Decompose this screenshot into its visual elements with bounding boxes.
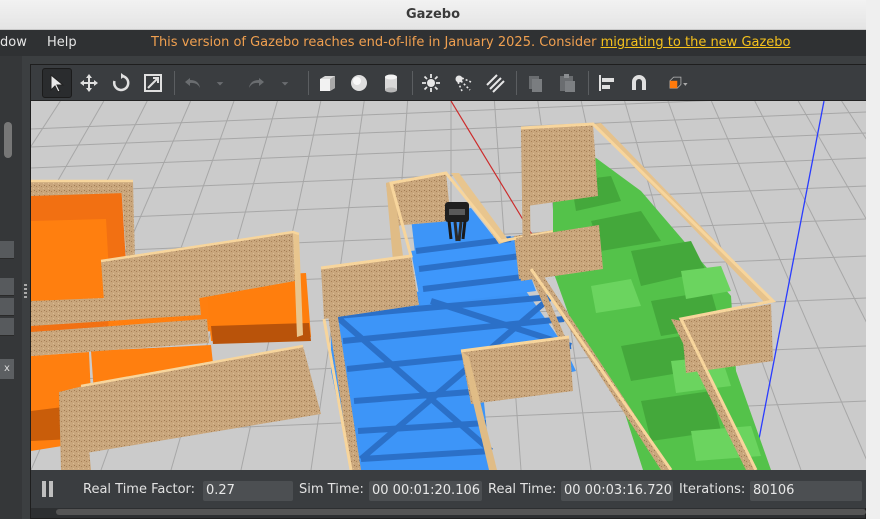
align-icon bbox=[599, 75, 614, 91]
undo-history-button[interactable] bbox=[211, 68, 229, 98]
title-bar: Gazebo bbox=[0, 0, 866, 30]
align-button[interactable] bbox=[592, 68, 622, 98]
spot-light-button[interactable] bbox=[448, 68, 478, 98]
real-time-value: 00 00:03:16.720 bbox=[561, 481, 673, 501]
toolbar-separator bbox=[174, 71, 175, 95]
box-button[interactable] bbox=[312, 68, 342, 98]
real-time-label: Real Time: bbox=[488, 482, 557, 497]
iterations-label: Iterations: bbox=[679, 482, 746, 497]
translate-mode-button[interactable] bbox=[74, 68, 104, 98]
redo-button[interactable] bbox=[241, 68, 271, 98]
cylinder-button[interactable] bbox=[376, 68, 406, 98]
magnet-icon bbox=[632, 75, 646, 90]
toolbar-separator bbox=[516, 71, 517, 95]
spotlight-icon bbox=[455, 75, 472, 92]
scene-render bbox=[31, 101, 866, 470]
arrow-cursor-icon bbox=[50, 73, 65, 93]
directional-light-button[interactable] bbox=[480, 68, 510, 98]
eol-notice: This version of Gazebo reaches end-of-li… bbox=[151, 35, 791, 50]
sphere-icon bbox=[351, 75, 367, 91]
sphere-button[interactable] bbox=[344, 68, 374, 98]
left-panel-scroll-handle[interactable] bbox=[4, 122, 12, 158]
window-edge bbox=[866, 0, 880, 519]
left-panel-row[interactable] bbox=[0, 241, 14, 259]
left-panel: x bbox=[0, 56, 22, 519]
gazebo-window: Gazebo dow Help This version of Gazebo r… bbox=[0, 0, 866, 519]
view-angle-button[interactable] bbox=[660, 68, 696, 98]
sim-time-value: 00 00:01:20.106 bbox=[369, 481, 482, 501]
redo-icon bbox=[249, 78, 264, 88]
collapse-icon[interactable]: x bbox=[0, 359, 14, 379]
sun-icon bbox=[422, 74, 440, 92]
left-panel-row[interactable] bbox=[0, 298, 14, 316]
menu-bar: dow Help This version of Gazebo reaches … bbox=[0, 30, 866, 56]
window-title: Gazebo bbox=[405, 7, 461, 22]
toolbar-separator bbox=[308, 71, 309, 95]
rotate-mode-button[interactable] bbox=[106, 68, 136, 98]
directional-light-icon bbox=[486, 74, 505, 93]
paste-button[interactable] bbox=[552, 68, 582, 98]
undo-button[interactable] bbox=[178, 68, 208, 98]
scale-mode-button[interactable] bbox=[138, 68, 168, 98]
snap-button[interactable] bbox=[624, 68, 654, 98]
pause-icon[interactable] bbox=[41, 481, 55, 497]
chevron-down-icon bbox=[281, 82, 289, 86]
migrate-link[interactable]: migrating to the new Gazebo bbox=[601, 35, 791, 50]
toolbar-separator bbox=[412, 71, 413, 95]
rotate-icon bbox=[112, 73, 130, 92]
3d-viewport[interactable] bbox=[31, 101, 866, 470]
menu-window[interactable]: dow bbox=[0, 35, 27, 50]
select-mode-button[interactable] bbox=[42, 68, 72, 98]
left-panel-row[interactable] bbox=[0, 318, 14, 336]
box-icon bbox=[320, 76, 335, 91]
splitter-handle[interactable] bbox=[24, 284, 27, 298]
chevron-down-icon bbox=[216, 82, 224, 86]
redo-history-button[interactable] bbox=[276, 68, 294, 98]
menu-help[interactable]: Help bbox=[47, 35, 77, 50]
copy-button[interactable] bbox=[520, 68, 550, 98]
copy-icon bbox=[529, 76, 542, 92]
move-arrows-icon bbox=[80, 74, 98, 92]
cylinder-icon bbox=[385, 74, 397, 93]
point-light-button[interactable] bbox=[416, 68, 446, 98]
sim-time-label: Sim Time: bbox=[299, 482, 364, 497]
scale-icon bbox=[144, 74, 162, 92]
view-cube-icon bbox=[669, 76, 688, 89]
paste-icon bbox=[560, 74, 575, 92]
real-time-factor-value: 0.27 bbox=[203, 481, 293, 501]
real-time-factor-label: Real Time Factor: bbox=[83, 482, 196, 497]
eol-notice-text: This version of Gazebo reaches end-of-li… bbox=[151, 35, 601, 50]
iterations-value: 80106 bbox=[750, 481, 862, 501]
left-panel-row[interactable] bbox=[0, 278, 14, 296]
status-bar: Real Time Factor: 0.27 Sim Time: 00 00:0… bbox=[31, 470, 866, 508]
undo-icon bbox=[185, 78, 200, 88]
toolbar bbox=[31, 65, 866, 101]
toolbar-separator bbox=[588, 71, 589, 95]
horizontal-scrollbar[interactable] bbox=[56, 509, 866, 515]
